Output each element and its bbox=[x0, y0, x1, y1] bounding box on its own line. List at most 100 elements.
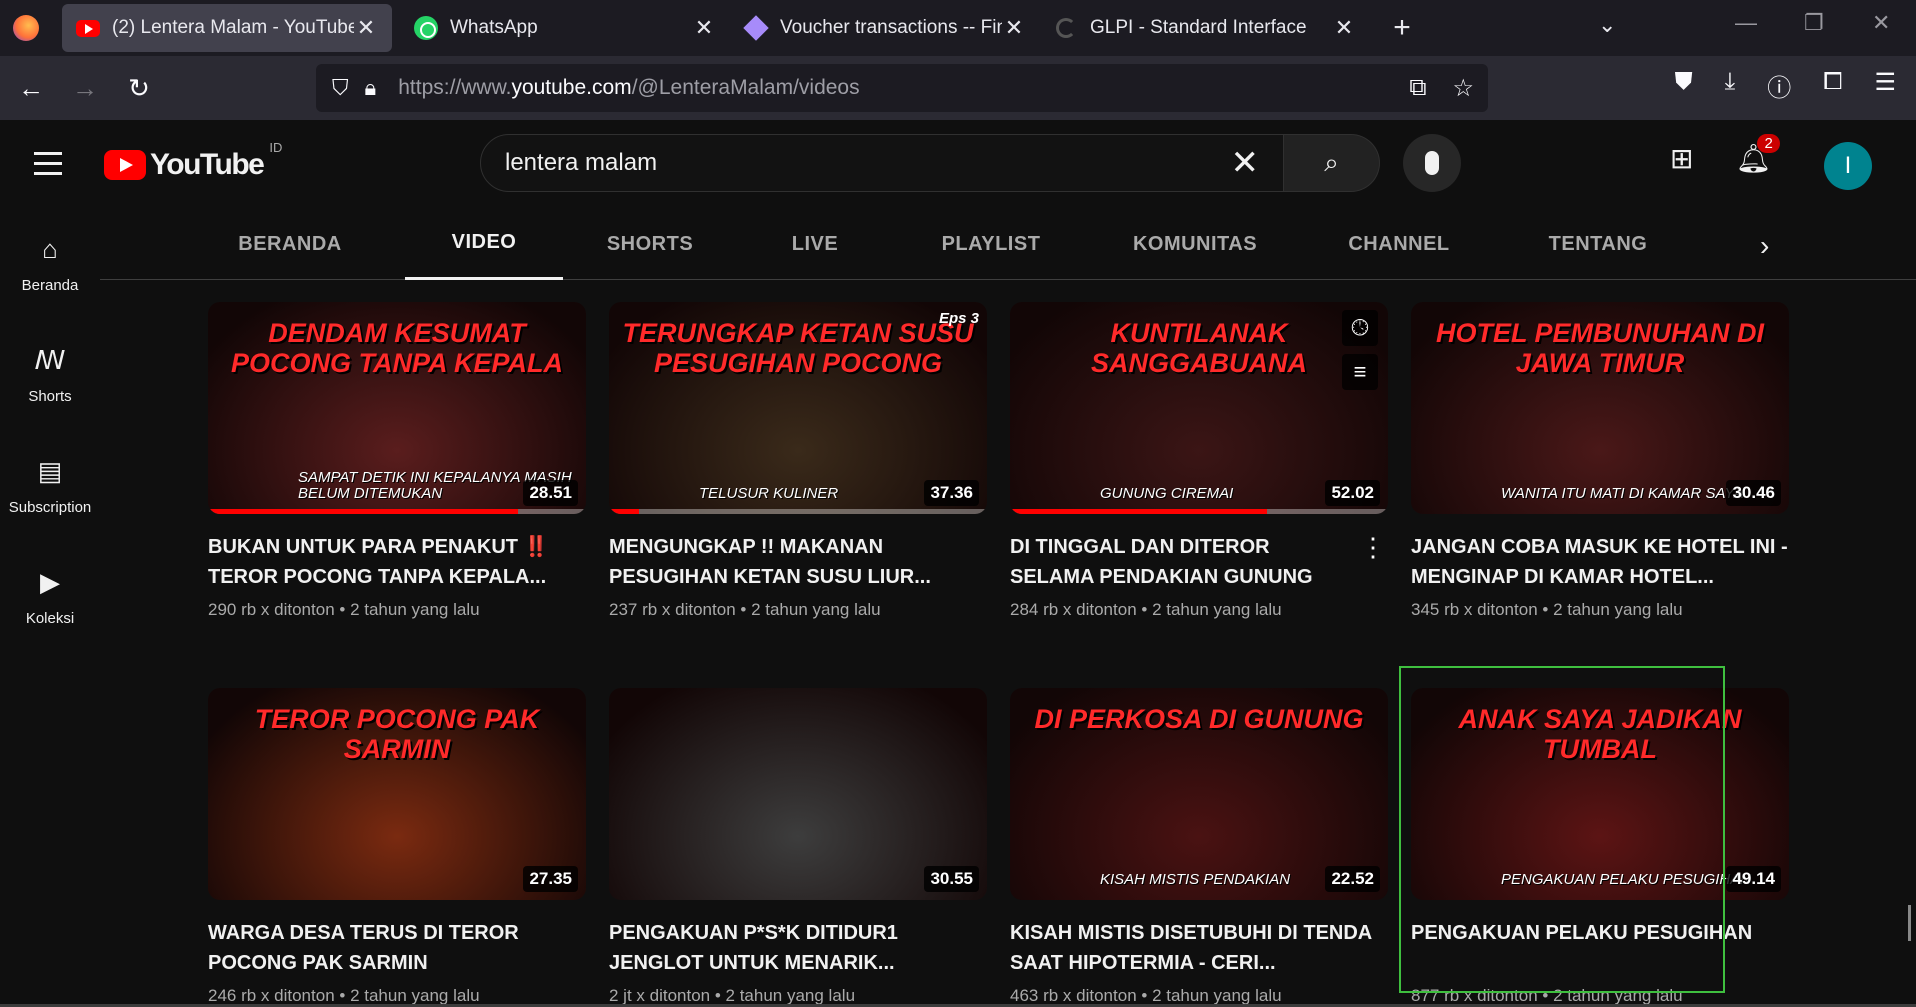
upload-age: 2 tahun yang lalu bbox=[350, 986, 480, 1005]
video-duration: 27.35 bbox=[523, 866, 578, 892]
close-tab-icon[interactable]: ✕ bbox=[692, 15, 716, 41]
video-card[interactable]: DENDAM KESUMAT POCONG TANPA KEPALA SAMPAT… bbox=[208, 302, 586, 620]
video-card[interactable]: HOTEL PEMBUNUHAN DI JAWA TIMUR WANITA ITU… bbox=[1411, 302, 1789, 620]
whatsapp-icon bbox=[414, 16, 438, 40]
video-title[interactable]: DI TINGGAL DAN DITEROR SELAMA PENDAKIAN … bbox=[1010, 532, 1388, 592]
search-button[interactable]: ⌕ bbox=[1284, 134, 1380, 192]
notifications-icon[interactable]: 🔔︎ 2 bbox=[1735, 134, 1780, 175]
forward-icon[interactable]: → bbox=[58, 61, 112, 115]
bookmark-star-icon[interactable]: ☆ bbox=[1452, 74, 1474, 103]
browser-tab-youtube[interactable]: (2) Lentera Malam - YouTube ✕ bbox=[62, 4, 392, 52]
video-thumbnail[interactable]: KUNTILANAK SANGGABUANA GUNUNG CIREMAI 🕓︎ ≡ 5… bbox=[1010, 302, 1388, 514]
video-card[interactable]: DI PERKOSA DI GUNUNG KISAH MISTIS PENDAKI… bbox=[1010, 688, 1388, 1006]
close-tab-icon[interactable]: ✕ bbox=[1002, 15, 1026, 41]
view-count: 246 rb x ditonton bbox=[208, 986, 335, 1005]
chevron-right-icon[interactable]: › bbox=[1760, 230, 1769, 262]
more-actions-icon[interactable]: ⋮ bbox=[1360, 532, 1386, 563]
sidebar-item-subscription[interactable]: ▤ Subscription bbox=[0, 430, 100, 541]
new-tab-button[interactable]: + bbox=[1380, 11, 1424, 45]
add-to-queue-icon[interactable]: ≡ bbox=[1342, 354, 1378, 390]
video-title[interactable]: MENGUNGKAP !! MAKANAN PESUGIHAN KETAN SU… bbox=[609, 532, 987, 592]
tab-shorts[interactable]: SHORTS bbox=[590, 208, 710, 280]
clear-search-icon[interactable]: ✕ bbox=[1231, 143, 1260, 183]
shorts-icon: ꟿ bbox=[34, 344, 66, 375]
meta-separator: • bbox=[1537, 600, 1554, 619]
video-card[interactable]: 30.55 PENGAKUAN P*S*K DITIDUR1 JENGLOT UN… bbox=[609, 688, 987, 1006]
mini-guide: ⌂ Beranda ꟿ Shorts ▤ Subscription ▶ Kole… bbox=[0, 208, 100, 652]
tracking-protection-icon[interactable]: ⛉ bbox=[332, 75, 349, 101]
notification-badge: 2 bbox=[1757, 134, 1780, 153]
meta-separator: • bbox=[735, 600, 752, 619]
watch-progress-track bbox=[609, 509, 987, 514]
search-input[interactable]: lentera malam ✕ bbox=[480, 134, 1284, 192]
tab-playlist[interactable]: PLAYLIST bbox=[920, 208, 1062, 280]
thumbnail-headline: DI PERKOSA DI GUNUNG bbox=[1034, 704, 1364, 734]
video-thumbnail[interactable]: TEROR POCONG PAK SARMIN 27.35 bbox=[208, 688, 586, 900]
video-title[interactable]: BUKAN UNTUK PARA PENAKUT ‼️ TEROR POCONG… bbox=[208, 532, 586, 592]
tab-title: Voucher transactions -- Finance bbox=[780, 17, 1002, 38]
browser-tab-glpi[interactable]: GLPI - Standard Interface ✕ bbox=[1040, 4, 1370, 52]
app-menu-icon[interactable]: ☰ bbox=[1874, 68, 1896, 103]
scrollbar[interactable] bbox=[1908, 905, 1911, 941]
download-icon[interactable]: ⤓ bbox=[1725, 68, 1736, 103]
video-meta: 284 rb x ditonton • 2 tahun yang lalu bbox=[1010, 600, 1388, 620]
lock-icon[interactable]: 🔒︎ bbox=[365, 75, 377, 101]
url-bar[interactable]: ⛉ 🔒︎ https://www. youtube.com/@LenteraMal… bbox=[316, 64, 1488, 112]
close-window-icon[interactable]: ✕ bbox=[1872, 10, 1890, 36]
view-count: 237 rb x ditonton bbox=[609, 600, 736, 619]
firefox-menu-icon[interactable] bbox=[0, 0, 52, 56]
tab-komunitas[interactable]: KOMUNITAS bbox=[1116, 208, 1274, 280]
voice-search-button[interactable] bbox=[1403, 134, 1461, 192]
video-title[interactable]: KISAH MISTIS DISETUBUHI DI TENDA SAAT HI… bbox=[1010, 918, 1388, 978]
tab-video[interactable]: VIDEO bbox=[405, 208, 563, 280]
video-thumbnail[interactable]: HOTEL PEMBUNUHAN DI JAWA TIMUR WANITA ITU… bbox=[1411, 302, 1789, 514]
video-thumbnail[interactable]: 30.55 bbox=[609, 688, 987, 900]
browser-tab-whatsapp[interactable]: WhatsApp ✕ bbox=[400, 4, 730, 52]
tab-tentang[interactable]: TENTANG bbox=[1528, 208, 1668, 280]
thumbnail-subtext: WANITA ITU MATI DI KAMAR SAYA bbox=[1501, 485, 1744, 502]
guide-menu-icon[interactable] bbox=[34, 152, 62, 182]
reload-icon[interactable]: ↻ bbox=[112, 61, 166, 115]
restore-icon[interactable]: ❐ bbox=[1804, 10, 1824, 36]
video-card[interactable]: TEROR POCONG PAK SARMIN 27.35 WARGA DESA T… bbox=[208, 688, 586, 1006]
list-all-tabs-icon[interactable]: ⌄ bbox=[1598, 12, 1616, 38]
tab-live[interactable]: LIVE bbox=[770, 208, 860, 280]
create-video-icon[interactable]: ⊞ bbox=[1670, 142, 1693, 175]
extensions-icon[interactable]: ⧠ bbox=[1823, 68, 1842, 103]
video-card[interactable]: TERUNGKAP KETAN SUSU PESUGIHAN POCONG TEL… bbox=[609, 302, 987, 620]
sidebar-item-beranda[interactable]: ⌂ Beranda bbox=[0, 208, 100, 319]
video-thumbnail[interactable]: TERUNGKAP KETAN SUSU PESUGIHAN POCONG TEL… bbox=[609, 302, 987, 514]
watch-later-icon[interactable]: 🕓︎ bbox=[1342, 310, 1378, 346]
back-icon[interactable]: ← bbox=[4, 61, 58, 115]
video-thumbnail[interactable]: DENDAM KESUMAT POCONG TANPA KEPALA SAMPAT… bbox=[208, 302, 586, 514]
extension-info-icon[interactable]: ⓘ bbox=[1767, 68, 1791, 103]
video-card[interactable]: KUNTILANAK SANGGABUANA GUNUNG CIREMAI 🕓︎ ≡ 5… bbox=[1010, 302, 1388, 620]
video-thumbnail[interactable]: DI PERKOSA DI GUNUNG KISAH MISTIS PENDAKI… bbox=[1010, 688, 1388, 900]
video-meta: 2 jt x ditonton • 2 tahun yang lalu bbox=[609, 986, 987, 1006]
watch-progress-bar bbox=[609, 509, 640, 514]
close-tab-icon[interactable]: ✕ bbox=[1332, 15, 1356, 41]
tab-channel[interactable]: CHANNEL bbox=[1334, 208, 1464, 280]
browser-tab-finance[interactable]: Voucher transactions -- Finance ✕ bbox=[730, 4, 1040, 52]
close-tab-icon[interactable]: ✕ bbox=[354, 15, 378, 41]
search-icon: ⌕ bbox=[1324, 147, 1339, 177]
pocket-icon[interactable]: ⛊ bbox=[1675, 68, 1693, 103]
video-duration: 37.36 bbox=[924, 480, 979, 506]
thumbnail-subtext: KISAH MISTIS PENDAKIAN bbox=[1100, 871, 1291, 888]
video-title[interactable]: PENGAKUAN P*S*K DITIDUR1 JENGLOT UNTUK M… bbox=[609, 918, 987, 978]
tab-beranda[interactable]: BERANDA bbox=[226, 208, 354, 280]
meta-separator: • bbox=[334, 986, 351, 1005]
video-duration: 28.51 bbox=[523, 480, 578, 506]
selection-highlight bbox=[1399, 666, 1725, 993]
avatar[interactable]: I bbox=[1824, 142, 1872, 190]
youtube-logo[interactable]: YouTube ID bbox=[104, 140, 282, 182]
meta-separator: • bbox=[710, 986, 726, 1005]
video-title[interactable]: WARGA DESA TERUS DI TEROR POCONG PAK SAR… bbox=[208, 918, 586, 978]
sidebar-item-shorts[interactable]: ꟿ Shorts bbox=[0, 319, 100, 430]
picture-in-picture-icon[interactable]: ⧉ bbox=[1409, 74, 1426, 103]
thumbnail-headline: KUNTILANAK SANGGABUANA bbox=[1091, 318, 1307, 378]
sidebar-item-koleksi[interactable]: ▶ Koleksi bbox=[0, 541, 100, 652]
minimize-icon[interactable]: — bbox=[1735, 10, 1757, 36]
upload-age: 2 tahun yang lalu bbox=[725, 986, 856, 1005]
video-title[interactable]: JANGAN COBA MASUK KE HOTEL INI - MENGINA… bbox=[1411, 532, 1789, 592]
